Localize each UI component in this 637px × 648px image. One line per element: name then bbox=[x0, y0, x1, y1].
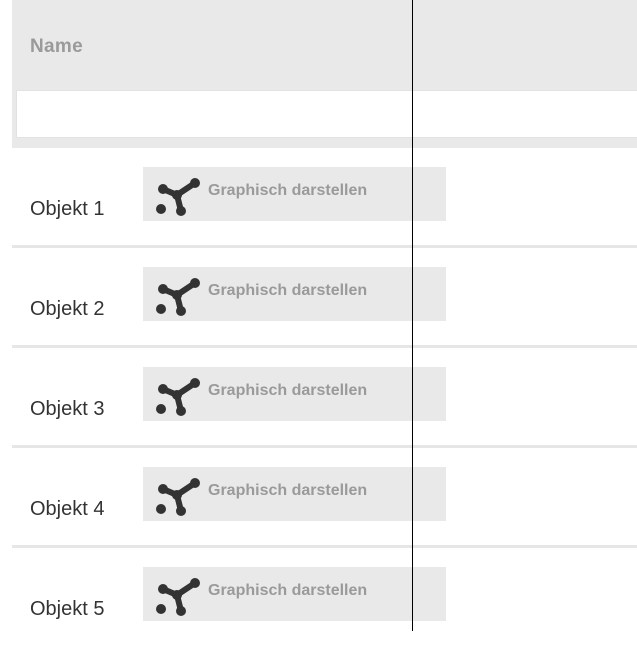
graph-nodes-icon bbox=[156, 578, 200, 616]
graph-display-button-label: Graphisch darstellen bbox=[208, 482, 368, 499]
graph-display-button[interactable]: Graphisch darstellen bbox=[143, 567, 446, 621]
column-resize-guide bbox=[412, 0, 413, 631]
row-label: Objekt 4 bbox=[30, 498, 105, 520]
graph-display-button[interactable]: Graphisch darstellen bbox=[143, 467, 446, 521]
row-label: Objekt 1 bbox=[30, 198, 105, 220]
row-label: Objekt 3 bbox=[30, 398, 105, 420]
table-row: Objekt 4 Graphisch darstellen bbox=[12, 448, 637, 548]
graph-nodes-icon bbox=[156, 378, 200, 416]
graph-nodes-icon bbox=[156, 278, 200, 316]
table-row: Objekt 2 Graphisch darstellen bbox=[12, 248, 637, 348]
table-header: Name bbox=[12, 0, 637, 84]
graph-display-button-label: Graphisch darstellen bbox=[208, 182, 368, 199]
graph-display-button-label: Graphisch darstellen bbox=[208, 582, 368, 599]
graph-nodes-icon bbox=[156, 178, 200, 216]
graph-nodes-icon bbox=[156, 478, 200, 516]
graph-display-button[interactable]: Graphisch darstellen bbox=[143, 367, 446, 421]
column-header-name[interactable]: Name bbox=[30, 36, 83, 58]
row-label: Objekt 5 bbox=[30, 598, 105, 620]
table-row: Objekt 3 Graphisch darstellen bbox=[12, 348, 637, 448]
graph-display-button-label: Graphisch darstellen bbox=[208, 282, 368, 299]
filter-row bbox=[12, 84, 637, 148]
graph-display-button-label: Graphisch darstellen bbox=[208, 382, 368, 399]
name-filter-input[interactable] bbox=[16, 90, 637, 138]
row-label: Objekt 2 bbox=[30, 298, 105, 320]
table-row: Objekt 1 Graphisch darstellen bbox=[12, 148, 637, 248]
table-row: Objekt 5 Graphisch darstellen bbox=[12, 548, 637, 648]
graph-display-button[interactable]: Graphisch darstellen bbox=[143, 167, 446, 221]
objects-table: Name Objekt 1 Graphisch darstellen Objek… bbox=[12, 0, 637, 631]
graph-display-button[interactable]: Graphisch darstellen bbox=[143, 267, 446, 321]
